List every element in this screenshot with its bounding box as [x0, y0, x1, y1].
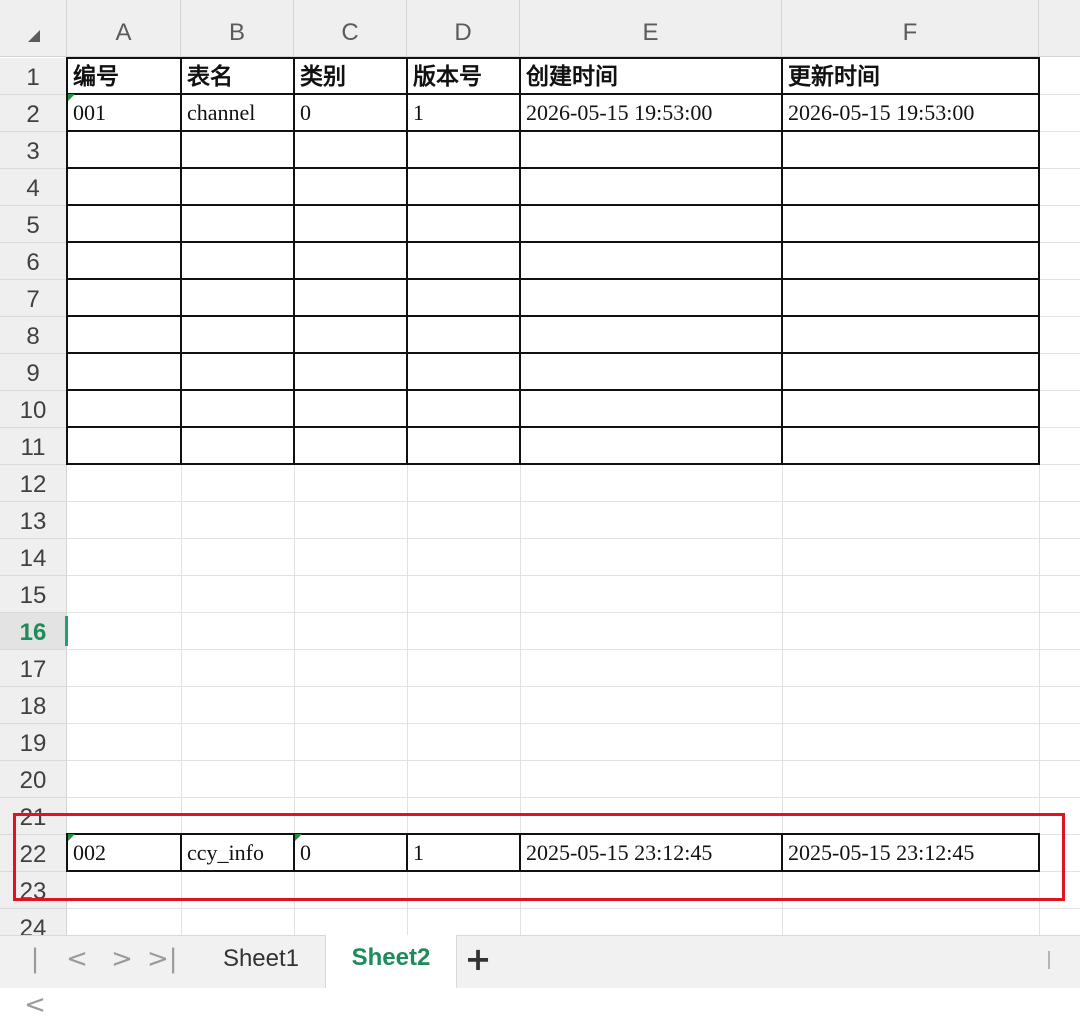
column-header-f[interactable]: F: [782, 0, 1039, 57]
gridline: [67, 686, 1080, 687]
table-border: [67, 278, 1039, 280]
cell-header-category[interactable]: 类别: [295, 58, 406, 93]
last-sheet-icon[interactable]: >|: [147, 936, 178, 988]
table-border: [67, 463, 1039, 465]
gridline: [67, 649, 1080, 650]
gridline: [67, 612, 1080, 613]
row-header-9[interactable]: 9: [0, 354, 67, 390]
text-number-indicator-icon: [68, 94, 75, 101]
row-header-3[interactable]: 3: [0, 132, 67, 168]
gridline: [67, 575, 1080, 576]
horizontal-scrollbar[interactable]: [1048, 951, 1050, 969]
cell-created-at[interactable]: 2025-05-15 23:12:45: [521, 835, 781, 870]
row-header-8[interactable]: 8: [0, 317, 67, 353]
cell-category[interactable]: 0: [295, 835, 406, 870]
column-header-e[interactable]: E: [520, 0, 782, 57]
row-header-4[interactable]: 4: [0, 169, 67, 205]
gridline: [67, 908, 1080, 909]
row-header-11[interactable]: 11: [0, 428, 67, 464]
table-border: [67, 167, 1039, 169]
cell-created-at[interactable]: 2026-05-15 19:53:00: [521, 95, 781, 130]
sheet-tab-bar: |< < > >| Sheet1 Sheet2 +: [0, 935, 1080, 1020]
gridline: [67, 501, 1080, 502]
spreadsheet-grid[interactable]: A B C D E F 1 2 3 4 5 6 7 8 9 10 11 12 13 14 15 16 17 18 19 20 21 2…: [0, 0, 1080, 935]
prev-sheet-icon[interactable]: <: [62, 936, 92, 988]
row-header-13[interactable]: 13: [0, 502, 67, 538]
tab-sheet2[interactable]: Sheet2: [325, 935, 457, 988]
cell-category[interactable]: 0: [295, 95, 406, 130]
cell-updated-at[interactable]: 2026-05-15 19:53:00: [783, 95, 1038, 130]
row-header-22[interactable]: 22: [0, 835, 67, 871]
table-border: [1038, 57, 1040, 465]
column-header-b[interactable]: B: [181, 0, 294, 57]
cell-header-version[interactable]: 版本号: [408, 58, 519, 93]
row-header-6[interactable]: 6: [0, 243, 67, 279]
select-all-corner[interactable]: [0, 0, 67, 57]
cell-updated-at[interactable]: 2025-05-15 23:12:45: [783, 835, 1038, 870]
cell-version[interactable]: 1: [408, 95, 519, 130]
column-header-g[interactable]: [1039, 0, 1080, 57]
table-border: [1038, 833, 1040, 872]
gridline: [67, 760, 1080, 761]
select-all-icon: [28, 30, 40, 42]
row-header-21[interactable]: 21: [0, 798, 67, 834]
table-border: [67, 870, 1039, 872]
first-sheet-icon[interactable]: |<: [20, 936, 50, 1020]
row-header-2[interactable]: 2: [0, 95, 67, 131]
cell-header-table-name[interactable]: 表名: [182, 58, 293, 93]
add-sheet-button[interactable]: +: [458, 936, 498, 988]
column-header-c[interactable]: C: [294, 0, 407, 57]
row-header-5[interactable]: 5: [0, 206, 67, 242]
table-border: [67, 241, 1039, 243]
row-header-19[interactable]: 19: [0, 724, 67, 760]
cell-id[interactable]: 001: [68, 95, 180, 130]
table-border: [67, 130, 1039, 132]
cell-id[interactable]: 002: [68, 835, 180, 870]
table-border: [67, 389, 1039, 391]
table-border: [67, 204, 1039, 206]
row-header-15[interactable]: 15: [0, 576, 67, 612]
table-border: [67, 426, 1039, 428]
gridline: [67, 538, 1080, 539]
row-header-24[interactable]: 24: [0, 909, 67, 935]
next-sheet-icon[interactable]: >: [107, 936, 137, 988]
row-header-17[interactable]: 17: [0, 650, 67, 686]
row-header-23[interactable]: 23: [0, 872, 67, 908]
text-number-indicator-icon: [295, 834, 302, 841]
cell-header-created-at[interactable]: 创建时间: [521, 58, 781, 93]
cell-table-name[interactable]: channel: [182, 95, 293, 130]
tab-sheet1[interactable]: Sheet1: [200, 936, 322, 988]
row-header-1[interactable]: 1: [0, 58, 67, 94]
cell-header-updated-at[interactable]: 更新时间: [783, 58, 1038, 93]
column-header-a[interactable]: A: [67, 0, 181, 57]
text-number-indicator-icon: [68, 834, 75, 841]
row-header-10[interactable]: 10: [0, 391, 67, 427]
cell-header-id[interactable]: 编号: [68, 58, 180, 93]
row-header-12[interactable]: 12: [0, 465, 67, 501]
gridline: [67, 723, 1080, 724]
row-header-20[interactable]: 20: [0, 761, 67, 797]
row-header-7[interactable]: 7: [0, 280, 67, 316]
cell-table-name[interactable]: ccy_info: [182, 835, 293, 870]
table-border: [67, 315, 1039, 317]
column-header-d[interactable]: D: [407, 0, 520, 57]
table-border: [67, 352, 1039, 354]
row-header-14[interactable]: 14: [0, 539, 67, 575]
row-header-18[interactable]: 18: [0, 687, 67, 723]
row-header-16[interactable]: 16: [0, 613, 68, 649]
cell-version[interactable]: 1: [408, 835, 519, 870]
gridline: [67, 797, 1080, 798]
